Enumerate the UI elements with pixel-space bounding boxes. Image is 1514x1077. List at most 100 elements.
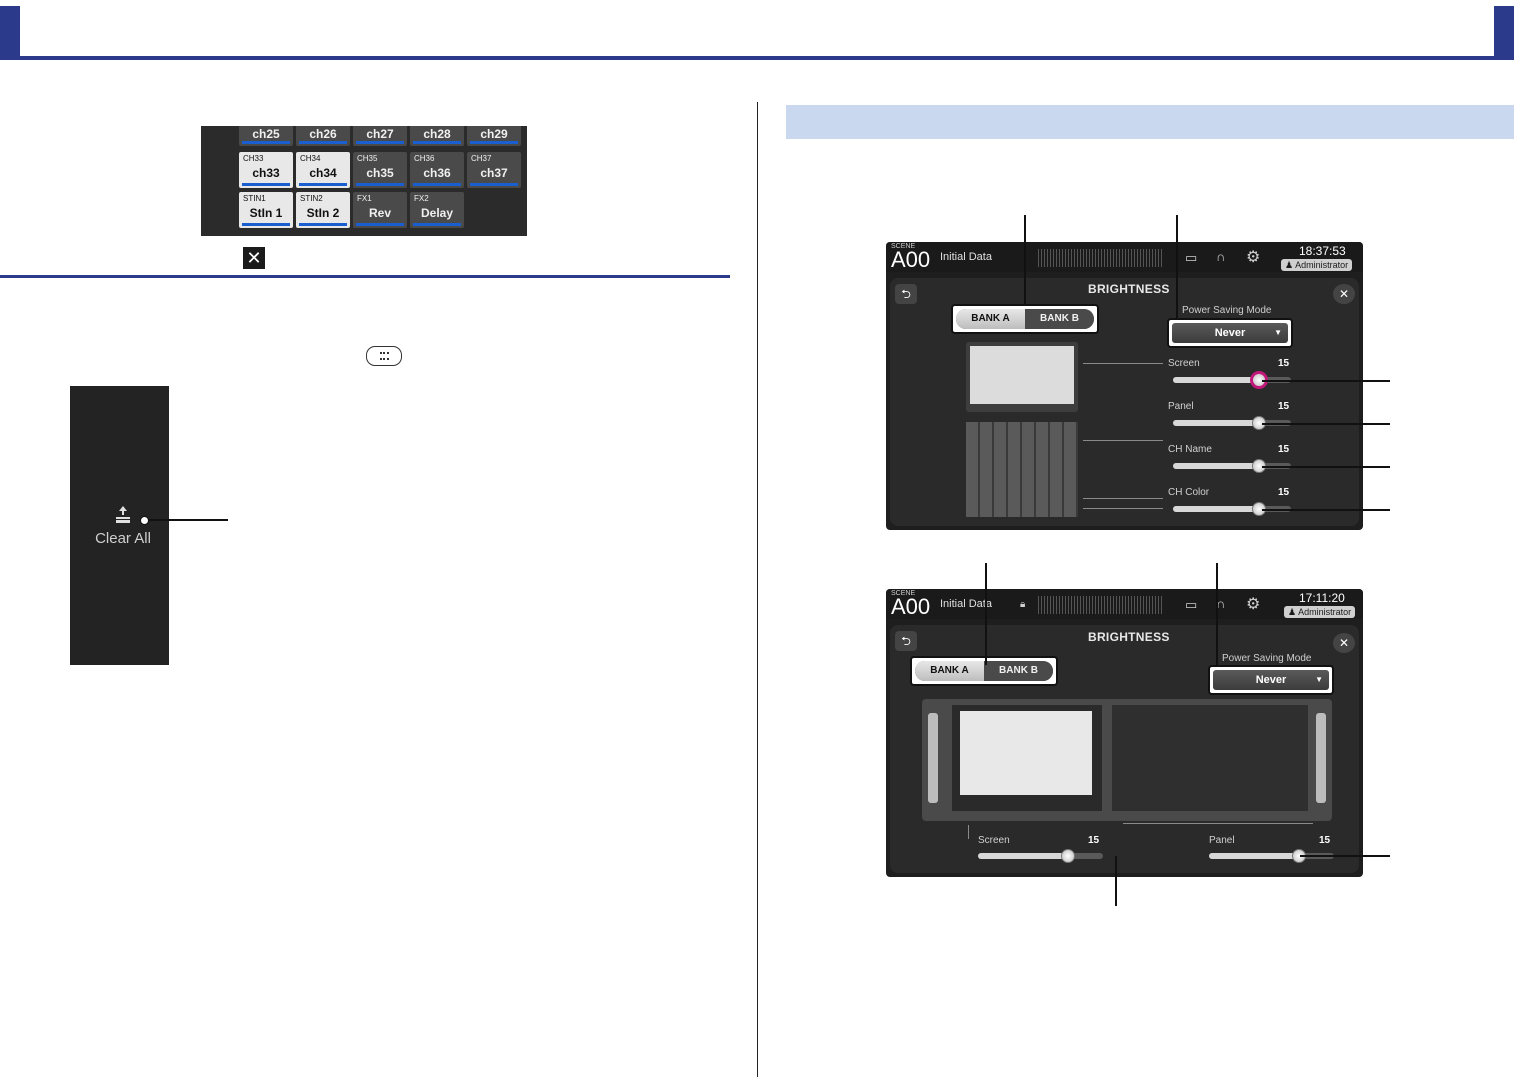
channel-color-bar [356,183,404,186]
indicator-line-ch-color [1083,508,1163,509]
slider-fill [978,853,1068,859]
power-saving-field: Never ▼ [1167,318,1293,348]
channel-color-bar [299,223,347,226]
page-title: BRIGHTNESS [1088,630,1170,644]
user-badge[interactable]: ♟ Administrator [1281,259,1353,271]
channel-name: ch34 [309,166,337,180]
channel-button[interactable]: STIN1 StIn 1 [239,192,293,228]
scene-name[interactable]: Initial Data [940,251,992,263]
console-screen-illustration [966,342,1078,412]
slider-label: Screen [1168,358,1200,369]
status-bar: SCENE A00 Initial Data 🔒︎ ▭ ∩ ⚙ 17:11:20… [886,589,1363,619]
channel-id: CH33 [243,154,264,163]
channel-button[interactable]: CH36 ch36 [410,152,464,188]
lock-icon[interactable]: 🔒︎ [1020,599,1025,610]
touchscreen-graphic [970,346,1074,404]
header-rule [0,56,1514,60]
callout-line [1216,563,1218,665]
clear-all-icon[interactable] [114,505,132,525]
channel-button[interactable]: ch26 [296,126,350,146]
slider-label: Panel [1209,835,1235,846]
channel-id: CH34 [300,154,321,163]
channel-button[interactable]: ch29 [467,126,521,146]
channel-color-bar [242,223,290,226]
level-meter [1038,249,1164,267]
slider-knob[interactable] [1061,849,1075,863]
slider-label: Panel [1168,401,1194,412]
user-badge[interactable]: ♟ Administrator [1284,606,1356,618]
callout-line [1262,380,1390,382]
slider-label: CH Name [1168,444,1212,455]
scene-number[interactable]: A00 [891,594,930,620]
back-button[interactable]: ⮌ [895,631,917,651]
indicator-line-screen [1083,363,1163,364]
channel-name: StIn 1 [249,206,283,220]
channel-color-bar [356,141,404,144]
power-saving-value: Never [1255,674,1287,686]
channel-button[interactable]: ch27 [353,126,407,146]
bank-b-button[interactable]: BANK B [984,661,1053,681]
close-button[interactable]: ✕ [1333,633,1355,653]
user-icon: ♟ [1288,607,1299,617]
channel-color-bar [413,223,461,226]
channel-name: Delay [420,206,454,220]
header-left-block [0,6,20,60]
callout-line [1262,466,1390,468]
channel-name: Rev [368,206,391,220]
callout-line [1115,856,1117,906]
level-meter [1038,596,1164,614]
channel-id: STIN1 [243,194,266,203]
screen-slider[interactable] [978,853,1103,859]
slider-label: Screen [978,835,1010,846]
channel-button[interactable]: ch25 [239,126,293,146]
slider-value: 15 [1278,358,1290,369]
column-divider [757,102,758,1077]
close-icon[interactable]: ✕ [243,247,265,269]
channel-button[interactable]: CH37 ch37 [467,152,521,188]
channel-name: ch29 [480,127,508,141]
console-panel-illustration [966,422,1078,517]
tape-icon[interactable]: ▭ [1185,597,1197,613]
clear-all-label[interactable]: Clear All [70,530,176,547]
gear-icon[interactable]: ⚙ [1246,594,1260,614]
channel-button[interactable]: STIN2 StIn 2 [296,192,350,228]
bank-b-button[interactable]: BANK B [1025,309,1094,329]
channel-button[interactable]: CH35 ch35 [353,152,407,188]
channel-button[interactable]: CH33 ch33 [239,152,293,188]
bank-toggle: BANK A BANK B [915,661,1053,681]
slider-label: CH Color [1168,487,1210,498]
channel-id: CH35 [357,154,378,163]
channel-color-bar [242,183,290,186]
power-saving-dropdown[interactable]: Never ▼ [1213,670,1329,690]
rack-unit-illustration [922,699,1332,821]
power-saving-label: Power Saving Mode [1182,305,1272,316]
channel-name: ch35 [366,166,394,180]
slider-value: 15 [1088,835,1100,846]
power-saving-dropdown[interactable]: Never ▼ [1172,323,1288,343]
scene-number[interactable]: A00 [891,247,930,273]
menu-icon[interactable] [366,346,402,366]
channel-button[interactable]: CH34 ch34 [296,152,350,188]
channel-color-bar [413,141,461,144]
close-button[interactable]: ✕ [1333,284,1355,304]
slider-fill [1209,853,1299,859]
headphones-icon[interactable]: ∩ [1216,249,1225,264]
back-button[interactable]: ⮌ [895,284,917,304]
chevron-down-icon: ▼ [1315,675,1323,684]
gear-icon[interactable]: ⚙ [1246,247,1260,267]
channel-button[interactable]: ch28 [410,126,464,146]
tape-icon[interactable]: ▭ [1185,250,1197,266]
channel-button[interactable]: FX2 Delay [410,192,464,228]
indicator-line-ch-name [1083,498,1163,499]
slider-fill [1173,420,1260,426]
indicator-line-screen [968,825,969,839]
channel-name: ch37 [480,166,508,180]
clear-all-panel [70,386,169,665]
callout-line [142,519,228,521]
bank-a-button[interactable]: BANK A [915,661,984,681]
channel-id: FX1 [357,194,372,203]
channel-color-bar [470,183,518,186]
bank-a-button[interactable]: BANK A [956,309,1025,329]
slider-value: 15 [1278,444,1290,455]
channel-button[interactable]: FX1 Rev [353,192,407,228]
